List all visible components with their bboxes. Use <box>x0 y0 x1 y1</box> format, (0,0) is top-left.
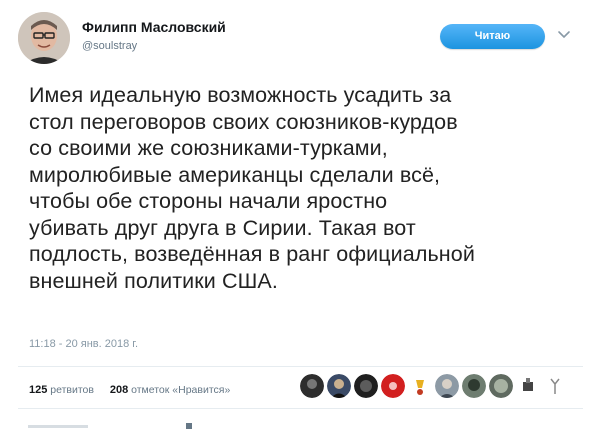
tweet-stats: 125 ретвитов 208 отметок «Нравится» <box>29 384 230 396</box>
tweet-text-line: Имея идеальную возможность усадить за <box>29 83 452 107</box>
tweet-text: Имея идеальную возможность усадить за ст… <box>29 82 589 294</box>
user-handle[interactable]: @soulstray <box>82 40 137 52</box>
likes-label[interactable]: отметок «Нравится» <box>131 384 230 396</box>
tweet-text-line: убивать друг друга в Сирии. Такая вот <box>29 215 416 240</box>
liker-avatar[interactable] <box>354 374 378 398</box>
retweets-count[interactable]: 125 <box>29 384 47 396</box>
liker-avatar[interactable] <box>543 374 567 398</box>
tweet-text-line: миролюбивые американцы сделали всё, <box>29 162 441 187</box>
tweet-text-line: подлость, возведённая в ранг официальной <box>29 242 475 266</box>
tweet-text-line: чтобы обе стороны начали яростно <box>29 189 388 213</box>
tweet-text-line: стол переговоров своих союзников-курдов <box>29 109 458 134</box>
likes-count[interactable]: 208 <box>110 384 128 396</box>
liker-avatar[interactable] <box>516 374 540 398</box>
tweet-card: Филипп Масловский @soulstray Читаю Имея … <box>0 0 600 429</box>
liker-avatar[interactable] <box>300 374 324 398</box>
liker-avatar[interactable] <box>462 374 486 398</box>
liker-avatar[interactable] <box>435 374 459 398</box>
retweets-label[interactable]: ретвитов <box>50 384 94 396</box>
liker-avatar[interactable] <box>381 374 405 398</box>
display-name[interactable]: Филипп Масловский <box>82 19 226 35</box>
liker-avatar[interactable] <box>408 374 432 398</box>
divider <box>18 366 583 367</box>
liker-avatar[interactable] <box>327 374 351 398</box>
reply-bar-fragment <box>28 423 192 429</box>
tweet-timestamp[interactable]: 11:18 - 20 янв. 2018 г. <box>29 338 138 350</box>
liker-avatar[interactable] <box>489 374 513 398</box>
following-button[interactable]: Читаю <box>440 24 545 49</box>
tweet-text-line: со своими же союзниками-турками, <box>29 136 388 160</box>
avatar[interactable] <box>18 12 70 64</box>
liker-avatars <box>300 374 567 398</box>
tweet-text-line: внешней политики США. <box>29 268 278 293</box>
divider <box>18 408 583 409</box>
chevron-down-icon[interactable] <box>557 30 571 40</box>
